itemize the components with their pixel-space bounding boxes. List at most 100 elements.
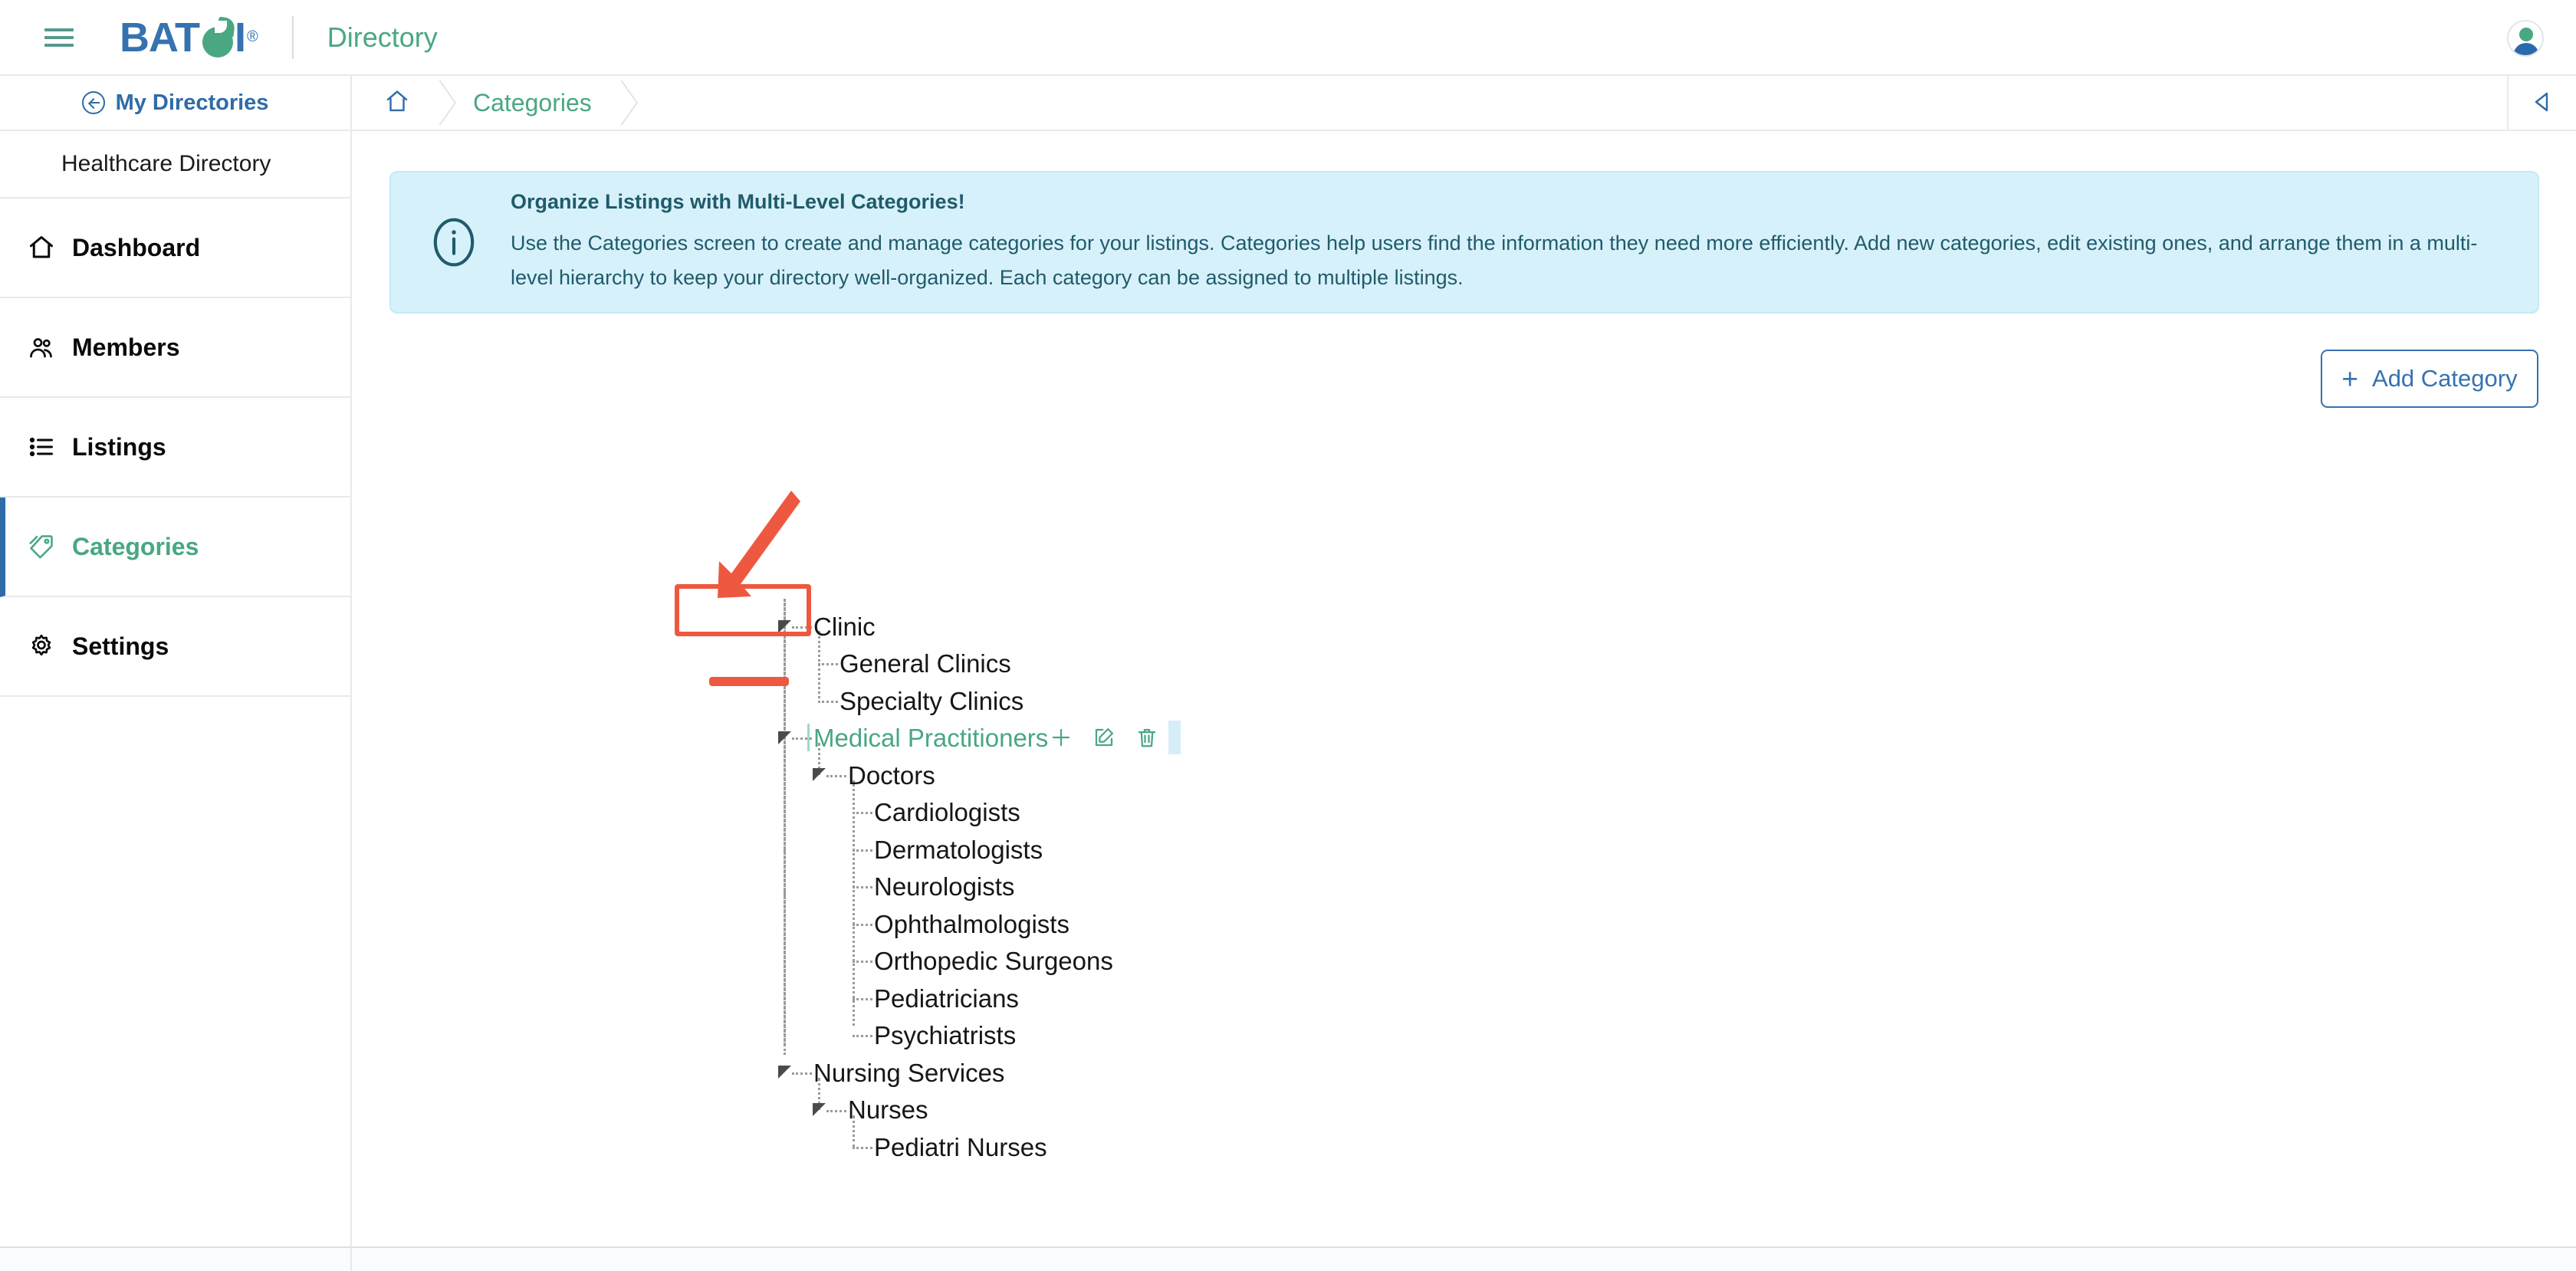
tag-icon — [28, 533, 55, 560]
home-icon — [28, 234, 55, 261]
tree-node-label: Pediatricians — [874, 986, 1019, 1011]
batoi-logo[interactable]: BAT I ® — [120, 17, 258, 58]
tree-node[interactable]: Pediatricians — [874, 980, 1019, 1017]
sidebar-footer-border — [350, 1246, 352, 1271]
sidebar-item-label: Categories — [72, 533, 199, 561]
tree-row-actions — [1040, 721, 1181, 754]
annotation-spacer — [709, 677, 789, 686]
sidebar-item-label: Settings — [72, 632, 169, 661]
sidebar-item-categories[interactable]: Categories — [0, 498, 350, 597]
tree-node-label: Clinic — [813, 614, 876, 639]
delete-category-button[interactable] — [1125, 721, 1168, 754]
banner-body: Use the Categories screen to create and … — [511, 226, 2489, 295]
expand-toggle-icon[interactable] — [813, 768, 826, 781]
droplet-icon — [199, 18, 235, 57]
tree-line — [853, 1035, 872, 1037]
footer-strip — [0, 1248, 2576, 1271]
triangle-left-icon — [2531, 90, 2554, 118]
tree-node-label: Ophthalmologists — [874, 911, 1070, 937]
tree-node-label: Cardiologists — [874, 800, 1020, 825]
tree-node[interactable]: Neurologists — [874, 868, 1014, 905]
tree-node-label: Dermatologists — [874, 837, 1043, 862]
tree-node[interactable]: Cardiologists — [874, 793, 1020, 831]
edit-category-button[interactable] — [1083, 721, 1125, 754]
info-banner: Organize Listings with Multi-Level Categ… — [389, 171, 2539, 314]
sidebar: My Directories Healthcare Directory Dash… — [0, 76, 352, 1246]
sidebar-directory-name[interactable]: Healthcare Directory — [0, 131, 350, 199]
tree-node[interactable]: Nurses — [848, 1091, 928, 1128]
add-category-button[interactable]: + Add Category — [2321, 350, 2538, 408]
tree-node-label: Neurologists — [874, 874, 1014, 899]
tree-node-label: General Clinics — [840, 651, 1011, 676]
sidebar-item-members[interactable]: Members — [0, 298, 350, 398]
tree-node-label: Nursing Services — [813, 1060, 1004, 1085]
registered-trademark-icon: ® — [247, 28, 258, 46]
app-title: Directory — [327, 21, 438, 54]
tree-node[interactable]: Nursing Services — [813, 1054, 1004, 1092]
brand-text-part: I — [235, 17, 245, 58]
hamburger-icon[interactable] — [44, 26, 75, 49]
gear-icon — [28, 632, 55, 660]
app-root: BAT I ® Directory My Directories Healthc… — [0, 0, 2576, 1271]
tree-node-label: Pediatri Nurses — [874, 1135, 1047, 1160]
tree-node-label: Specialty Clinics — [840, 688, 1024, 714]
tree-node-label: Orthopedic Surgeons — [874, 948, 1113, 974]
tree-node[interactable]: Psychiatrists — [874, 1016, 1016, 1054]
expand-toggle-icon[interactable] — [778, 731, 791, 744]
top-header: BAT I ® Directory — [0, 0, 2576, 76]
avatar-head-icon — [2519, 28, 2533, 41]
info-circle-icon — [425, 213, 483, 271]
arrow-left-circle-icon — [82, 91, 105, 114]
tree-line — [818, 701, 838, 703]
selection-indicator — [807, 724, 810, 751]
tree-node-selected[interactable]: Medical Practitioners — [813, 719, 1048, 757]
tree-line — [853, 886, 872, 888]
tree-line — [853, 998, 872, 1000]
expand-toggle-icon[interactable] — [813, 1103, 826, 1116]
sidebar-back-my-directories[interactable]: My Directories — [0, 76, 350, 131]
home-icon — [384, 88, 410, 118]
breadcrumb-current[interactable]: Categories — [441, 75, 623, 130]
tree-node[interactable]: Doctors — [848, 757, 935, 794]
tree-node[interactable]: Pediatri Nurses — [874, 1128, 1047, 1166]
tree-node[interactable]: Orthopedic Surgeons — [874, 942, 1113, 980]
add-subcategory-button[interactable] — [1040, 721, 1083, 754]
tree-node[interactable]: General Clinics — [840, 645, 1011, 682]
tree-node[interactable]: Ophthalmologists — [874, 905, 1070, 943]
sidebar-back-label: My Directories — [116, 90, 269, 116]
sidebar-item-label: Dashboard — [72, 234, 200, 262]
main-content: Organize Listings with Multi-Level Categ… — [352, 131, 2576, 1246]
tree-line — [853, 780, 855, 1026]
plus-icon: + — [2341, 365, 2358, 393]
tree-line — [853, 849, 872, 852]
sidebar-item-dashboard[interactable]: Dashboard — [0, 199, 350, 298]
header-divider — [292, 16, 294, 59]
sidebar-item-label: Members — [72, 333, 180, 362]
sidebar-item-settings[interactable]: Settings — [0, 597, 350, 697]
collapse-panel-button[interactable] — [2507, 76, 2576, 131]
expand-toggle-icon[interactable] — [778, 620, 791, 633]
tree-node-label: Psychiatrists — [874, 1023, 1016, 1048]
breadcrumb-home[interactable] — [352, 75, 441, 130]
tree-line — [818, 663, 838, 665]
tree-node[interactable]: Specialty Clinics — [840, 682, 1024, 720]
tree-line — [853, 812, 872, 814]
sidebar-item-listings[interactable]: Listings — [0, 398, 350, 498]
tree-node[interactable]: Dermatologists — [874, 831, 1043, 869]
expand-toggle-icon[interactable] — [778, 1066, 791, 1079]
avatar-body-icon — [2513, 43, 2539, 57]
row-hover-strip — [1168, 721, 1181, 754]
banner-title: Organize Listings with Multi-Level Categ… — [511, 190, 2504, 214]
tree-line — [853, 1147, 872, 1149]
banner-text: Organize Listings with Multi-Level Categ… — [511, 190, 2504, 295]
users-icon — [28, 333, 55, 361]
tree-line — [853, 961, 872, 963]
brand-text-part: BAT — [120, 17, 199, 58]
tree-line — [826, 1110, 846, 1112]
avatar[interactable] — [2507, 20, 2544, 57]
list-icon — [28, 433, 55, 461]
tree-node[interactable]: Clinic — [813, 608, 876, 645]
tree-line — [784, 599, 786, 1055]
tree-line — [792, 1072, 812, 1075]
tree-node-label: Doctors — [848, 763, 935, 788]
